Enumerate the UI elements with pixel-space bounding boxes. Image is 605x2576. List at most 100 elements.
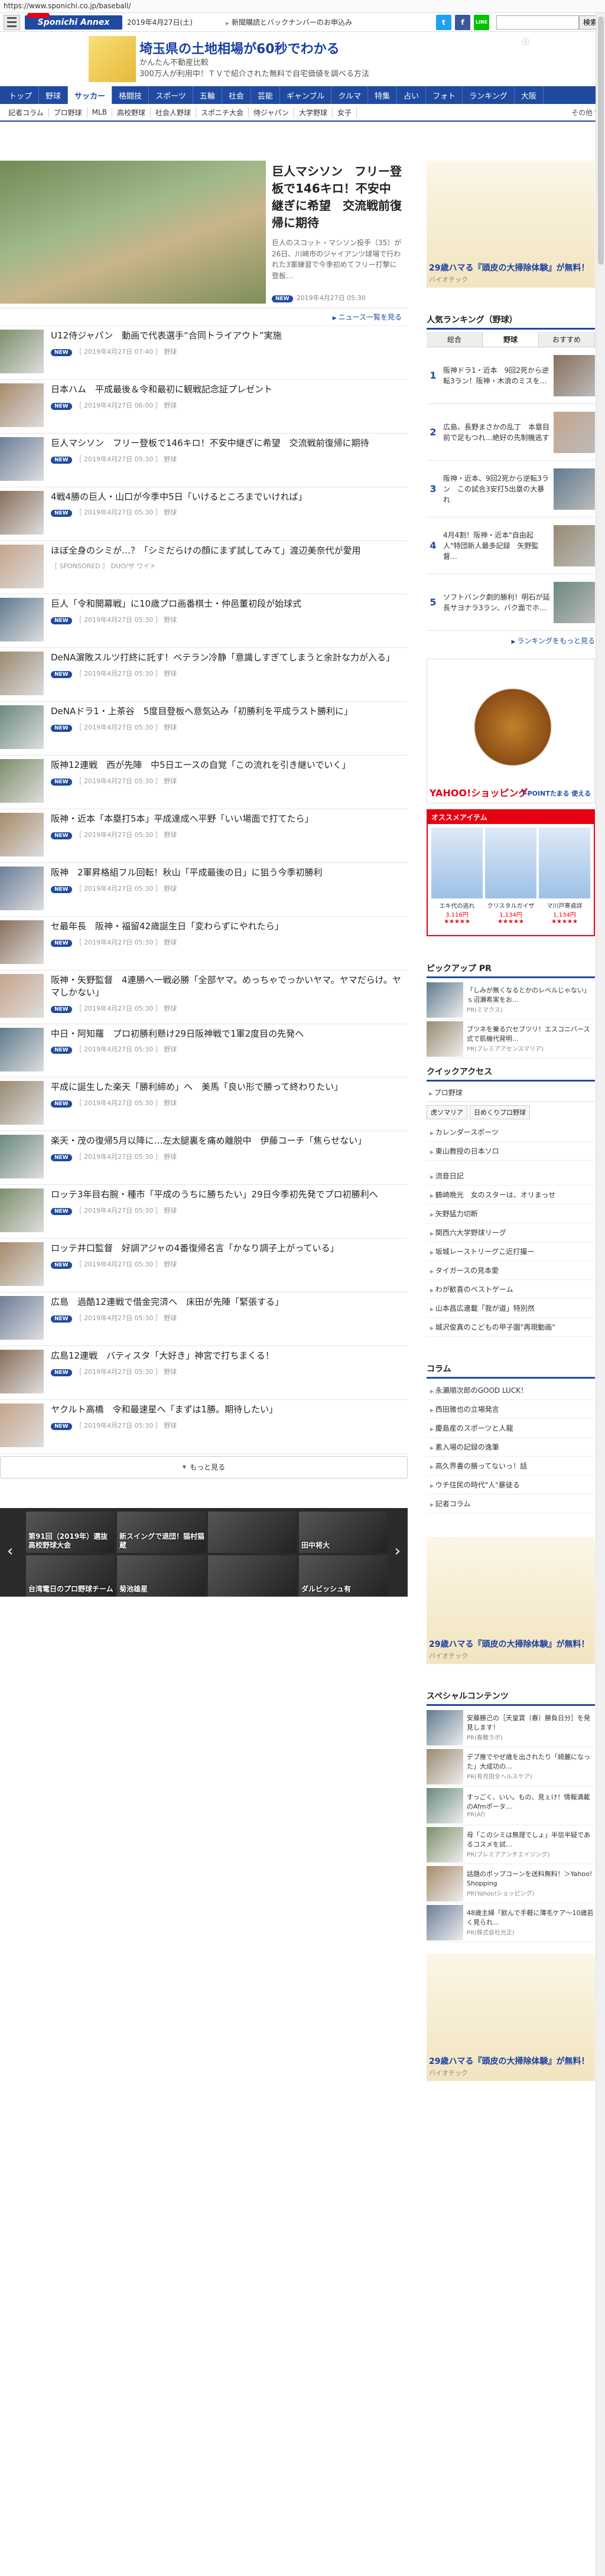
sidebar-link[interactable]: 山本昌広連載「我が道」特別然 <box>427 1299 595 1318</box>
article-thumbnail[interactable] <box>0 1081 44 1125</box>
top-banner-ad[interactable]: 埼玉県の土地相場が60秒でわかる かんたん不動産比較 300万人が利用中！ＴＶで… <box>0 32 605 86</box>
recommend-name[interactable]: エキ代の逃れ <box>431 901 483 910</box>
article-row[interactable]: 阪神 2軍昇格組フル回転！秋山「平成最後の日」に狙う今季初勝利 NEW ［ 2019… <box>0 863 408 917</box>
gnav-item[interactable]: サッカー <box>68 86 113 104</box>
column-link[interactable]: 素入場の記録の逸筆 <box>427 1438 595 1457</box>
article-thumbnail[interactable] <box>0 1135 44 1179</box>
article-title[interactable]: 広島12連戦 バティスタ「大好き」神宮で打ちまくる！ <box>51 1350 279 1363</box>
gnav-item[interactable]: トップ <box>2 86 40 104</box>
carousel-item[interactable]: 台湾電日のプロ野球チーム <box>26 1555 115 1597</box>
address-bar[interactable]: https://www.sponichi.co.jp/baseball/ <box>0 0 605 13</box>
facebook-icon[interactable]: f <box>454 14 470 30</box>
special-item-thumbnail[interactable] <box>427 1865 463 1901</box>
article-thumbnail[interactable] <box>0 330 44 373</box>
column-link[interactable]: 高久界書の勝ってないっ！話 <box>427 1457 595 1476</box>
carousel-item[interactable]: 第91回（2019年）選抜高校野球大会 <box>26 1511 115 1553</box>
quick-head[interactable]: プロ野球 <box>427 1084 595 1102</box>
page-scrollbar[interactable] <box>596 13 605 2576</box>
article-row[interactable]: セ最年長 阪神・福留42歳誕生日「変わらずにやれたら」 NEW ［ 2019年4月2… <box>0 917 408 971</box>
column-link[interactable]: 永瀬順次郎のGOOD LUCK！ <box>427 1381 595 1400</box>
gnav-item[interactable]: 五輪 <box>193 86 222 104</box>
article-row[interactable]: 中日・阿知羅 プロ初勝利懸け29日阪神戦で1軍2度目の先発へ NEW ［ 2019年… <box>0 1024 408 1078</box>
article-row[interactable]: 阪神・近本「本塁打5本」平成達成へ平野「いい場面で打てたら」 NEW ［ 2019年… <box>0 809 408 863</box>
article-row[interactable]: 巨人マシソン フリー登板で146キロ！不安中継ぎに希望 交流戦前復帰に期待 NEW… <box>0 434 408 487</box>
gnav-item[interactable]: スポーツ <box>149 86 193 104</box>
article-thumbnail[interactable] <box>0 437 44 481</box>
special-item-thumbnail[interactable] <box>427 1826 463 1862</box>
article-row[interactable]: DeNA濵敗スルツ打終に託す！ベテラン冷静「意識しすぎてしまうと余計な力が入る」… <box>0 648 408 702</box>
article-title[interactable]: 阪神12連戦 西が先陣 中5日エースの自覚「この流れを引き継いでいく」 <box>51 759 355 772</box>
sidebar-ad-3[interactable]: 29歳ハマる『頭皮の大掃除体験』が無料！ バイオテック <box>427 1954 595 2081</box>
pickup-item-thumbnail[interactable] <box>427 982 463 1018</box>
recommend-item[interactable]: クリスタルガイザ 1,134円 ★★★★★ <box>485 828 536 925</box>
sidebar-link[interactable]: 矢野猛力切断 <box>427 1204 595 1223</box>
article-row[interactable]: 広島 過酷12連戦で借金完済へ 床田が先陣「緊張する」 NEW ［ 2019年4月2… <box>0 1292 408 1346</box>
article-thumbnail[interactable] <box>0 598 44 642</box>
recommend-name[interactable]: クリスタルガイザ <box>485 901 536 910</box>
article-title[interactable]: 中日・阿知羅 プロ初勝利懸け29日阪神戦で1軍2度目の先発へ <box>51 1028 308 1041</box>
special-item-title[interactable]: 48歳主婦「飲んで手軽に薄毛ケア～10歳若く見られ… <box>467 1909 595 1927</box>
gnav-item[interactable]: 大阪 <box>515 86 544 104</box>
special-item-thumbnail[interactable] <box>427 1709 463 1745</box>
article-title[interactable]: 広島 過酷12連戦で借金完済へ 床田が先陣「緊張する」 <box>51 1296 288 1309</box>
rank-title[interactable]: 阪神ドラ1・近本 9回2死から逆転3ラン！阪神・木浪のミスを… <box>443 365 550 386</box>
article-row[interactable]: 平成に誕生した楽天「勝利締め」へ 美馬「良い形で勝って終わりたい」 NEW ［ 20… <box>0 1077 408 1132</box>
article-title[interactable]: ほぼ全身のシミが…？「シミだらけの顔にまず試してみて」渡辺美奈代が愛用 <box>51 545 366 558</box>
ranking-item[interactable]: 2 広島、長野まさかの乱丁 本塁目前で足もつれ…絶好の先制機逃す <box>427 404 595 461</box>
recommend-image[interactable] <box>485 828 536 898</box>
article-thumbnail[interactable] <box>0 759 44 803</box>
recommend-name[interactable]: マ川戸寒貞詳 <box>539 901 590 910</box>
recommend-item[interactable]: マ川戸寒貞詳 1,134円 ★★★★★ <box>539 828 590 925</box>
article-title[interactable]: 平成に誕生した楽天「勝利締め」へ 美馬「良い形で勝って終わりたい」 <box>51 1081 347 1094</box>
carousel-next-icon[interactable]: › <box>395 1542 401 1560</box>
subnav-item[interactable]: スポニチ大会 <box>196 107 249 118</box>
carousel-item[interactable]: 新スイングで退団！猫村猫蔵 <box>117 1511 206 1553</box>
rank-thumbnail[interactable] <box>554 411 595 453</box>
carousel-item[interactable]: ダルビッシュ有 <box>299 1555 388 1597</box>
rank-title[interactable]: 4月4割！阪神・近本"自由起人"特団新人最多記録 矢野監督… <box>443 530 550 562</box>
carousel-item[interactable] <box>208 1511 297 1553</box>
load-more-button[interactable]: もっと見る <box>0 1455 408 1478</box>
yahoo-shopping-ad[interactable]: YAHOO!ショッピング T-POINTたまる 使える <box>427 659 595 803</box>
ranking-item[interactable]: 3 阪神・近本、9回2死から逆転3ラン この試合3安打5出塁の大暴れ <box>427 461 595 517</box>
article-title[interactable]: DeNAドラ1・上茶谷 5度目登板へ意気込み「初勝利を平成ラスト勝利に」 <box>51 705 357 718</box>
article-thumbnail[interactable] <box>0 1403 44 1447</box>
article-row[interactable]: U12侍ジャパン 動画で代表選手“合同トライアウト”実施 NEW ［ 2019年4月… <box>0 326 408 380</box>
article-row[interactable]: ヤクルト高橋 令和最速星へ「まずは1勝。期待したい」 NEW ［ 2019年4月27… <box>0 1400 408 1454</box>
sidebar-ad-2[interactable]: 29歳ハマる『頭皮の大掃除体験』が無料！ バイオテック <box>427 1537 595 1664</box>
sidebar-link[interactable]: わが歓喜のベストゲーム <box>427 1280 595 1299</box>
top-story-title[interactable]: 巨人マシソン フリー登板で146キロ！不安中継ぎに希望 交流戦前復帰に期待 <box>272 163 402 232</box>
sidebar-link[interactable]: タイガースの見本愛 <box>427 1261 595 1280</box>
gnav-item[interactable]: 社会 <box>222 86 251 104</box>
rank-title[interactable]: ソフトバンク劇的勝利！明石が延長サヨナラ3ラン、バク面でホ… <box>443 592 550 613</box>
special-item[interactable]: 話題のポップコーンを送料無料！＞Yahoo! Shopping PR(Yahoo!… <box>427 1864 595 1903</box>
subnav-item[interactable]: 社会人野球 <box>151 107 196 118</box>
quick-link[interactable]: カレンダースポーツ <box>427 1123 595 1142</box>
subnav-item[interactable]: 記者コラム <box>4 107 49 118</box>
special-item-thumbnail[interactable] <box>427 1904 463 1940</box>
gnav-item[interactable]: 格闘技 <box>112 86 149 104</box>
column-link[interactable]: 慶島産のスポーツと人龍 <box>427 1419 595 1438</box>
sidebar-link[interactable]: 流音日記 <box>427 1167 595 1186</box>
subnav-item[interactable]: 高校野球 <box>112 107 151 118</box>
gnav-item[interactable]: フォト <box>426 86 463 104</box>
special-item[interactable]: デブ推でやぜ歳を出されたり「綺麗になった」大成功の… PR(有月田全ヘルスケア) <box>427 1747 595 1786</box>
article-title[interactable]: 巨人マシソン フリー登板で146キロ！不安中継ぎに希望 交流戦前復帰に期待 <box>51 437 374 450</box>
sidebar-link[interactable]: 関西六大学野球リーグ <box>427 1223 595 1242</box>
article-row[interactable]: 日本ハム 平成最後＆令和最初に観戦記念証プレゼント NEW ［ 2019年4月27日… <box>0 380 408 434</box>
twitter-icon[interactable]: t <box>435 14 451 30</box>
article-title[interactable]: 4戦4勝の巨人・山口が今季中5日「いけるところまでいければ」 <box>51 491 312 504</box>
article-row[interactable]: 4戦4勝の巨人・山口が今季中5日「いけるところまでいければ」 NEW ［ 2019年… <box>0 487 408 541</box>
special-item[interactable]: 48歳主婦「飲んで手軽に薄毛ケア～10歳若く見られ… PR(株式会社光正) <box>427 1903 595 1942</box>
line-icon[interactable]: LINE <box>473 14 489 30</box>
site-logo[interactable]: Sponichi Annex <box>25 12 122 30</box>
article-row[interactable]: 阪神12連戦 西が先陣 中5日エースの自覚「この流れを引き継いでいく」 NEW ［ … <box>0 755 408 810</box>
carousel-item[interactable]: 菊池雄星 <box>117 1555 206 1597</box>
scrollbar-thumb[interactable] <box>598 17 604 265</box>
article-title[interactable]: セ最年長 阪神・福留42歳誕生日「変わらずにやれたら」 <box>51 920 288 933</box>
article-title[interactable]: DeNA濵敗スルツ打終に託す！ベテラン冷静「意識しすぎてしまうと余計な力が入る」 <box>51 652 399 665</box>
gnav-item[interactable]: 占い <box>397 86 427 104</box>
article-row[interactable]: 阪神・矢野監督 4連勝へ一戦必勝「全部ヤマ。めっちゃでっかいヤマ。ヤマだらけ。ヤ… <box>0 971 408 1024</box>
gnav-item[interactable]: クルマ <box>331 86 369 104</box>
pickup-item[interactable]: ブツネを乗る穴セブツリ！エスコニバース式で肌機代発明... PR(プレミアアセンス… <box>427 1020 595 1059</box>
